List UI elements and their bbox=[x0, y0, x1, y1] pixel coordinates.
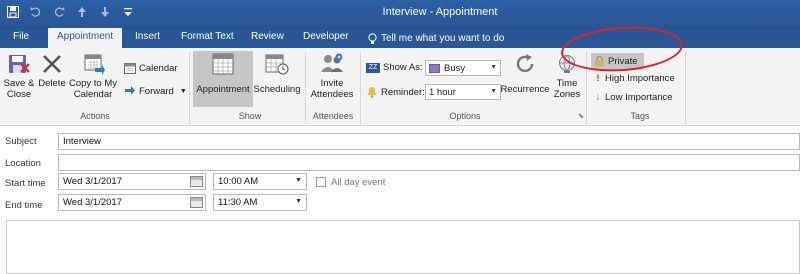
end-time-select[interactable]: 11:30 AM ▼ bbox=[213, 194, 307, 211]
save-close-button[interactable]: Save & Close bbox=[3, 52, 35, 100]
group-label-attendees: Attendees bbox=[312, 111, 354, 121]
chevron-down-icon: ▼ bbox=[490, 64, 497, 71]
options-dialog-launcher-icon[interactable]: ⬊ bbox=[578, 112, 584, 120]
group-divider bbox=[305, 52, 306, 124]
group-divider bbox=[586, 52, 587, 124]
tab-format-text[interactable]: Format Text bbox=[181, 30, 234, 48]
end-date-picker[interactable]: Wed 3/1/2017 bbox=[58, 194, 206, 211]
busy-swatch bbox=[429, 63, 440, 73]
appointment-grid-icon bbox=[210, 52, 236, 76]
chevron-down-icon: ▼ bbox=[490, 88, 497, 95]
calendar-icon bbox=[124, 63, 136, 74]
tell-me-text: Tell me what you want to do bbox=[381, 33, 505, 44]
bell-icon bbox=[367, 87, 377, 98]
tab-appointment[interactable]: Appointment bbox=[48, 28, 123, 48]
end-time-label: End time bbox=[5, 200, 43, 211]
delete-button[interactable]: Delete bbox=[37, 52, 67, 89]
exclamation-icon: ! bbox=[596, 73, 600, 84]
low-importance-button[interactable]: ↓ Low Importance bbox=[594, 92, 673, 103]
show-as-icon: ZZ bbox=[366, 62, 380, 73]
down-arrow-icon: ↓ bbox=[595, 92, 601, 103]
location-input[interactable] bbox=[58, 154, 800, 171]
show-as-label: ZZ Show As: bbox=[366, 62, 423, 73]
lock-icon bbox=[595, 56, 604, 67]
chevron-down-icon: ▼ bbox=[295, 198, 302, 205]
calendar-icon[interactable] bbox=[190, 176, 203, 187]
private-button[interactable]: Private bbox=[591, 53, 644, 70]
calendar-icon[interactable] bbox=[190, 197, 203, 208]
group-label-show: Show bbox=[238, 111, 262, 121]
title-bar: Interview - Appointment bbox=[0, 0, 800, 26]
invite-attendees-button[interactable]: Invite Attendees bbox=[309, 52, 355, 100]
high-importance-button[interactable]: ! High Importance bbox=[594, 73, 674, 84]
save-close-icon bbox=[6, 52, 32, 76]
window-title: Interview - Appointment bbox=[382, 6, 498, 18]
group-label-actions: Actions bbox=[80, 111, 110, 121]
tab-developer[interactable]: Developer bbox=[303, 30, 349, 48]
calendar-button[interactable]: Calendar bbox=[124, 62, 178, 74]
group-divider bbox=[189, 52, 190, 124]
reminder-label: Reminder: bbox=[366, 86, 425, 98]
time-zones-button[interactable]: Time Zones bbox=[552, 52, 582, 100]
all-day-checkbox[interactable] bbox=[316, 177, 326, 187]
recurrence-button[interactable]: Recurrence bbox=[500, 52, 550, 95]
globe-icon bbox=[554, 52, 580, 76]
delete-x-icon bbox=[39, 52, 65, 76]
start-date-picker[interactable]: Wed 3/1/2017 bbox=[58, 173, 206, 190]
start-time-select[interactable]: 10:00 AM ▼ bbox=[213, 173, 307, 190]
recurrence-icon bbox=[512, 52, 538, 76]
group-divider bbox=[685, 52, 686, 124]
message-body[interactable] bbox=[6, 220, 800, 274]
reminder-select[interactable]: 1 hour ▼ bbox=[425, 84, 501, 100]
group-label-tags: Tags bbox=[630, 111, 650, 121]
scheduling-icon bbox=[264, 52, 290, 76]
subject-label: Subject bbox=[5, 136, 37, 147]
appointment-view-button[interactable]: Appointment bbox=[193, 51, 253, 107]
start-time-label: Start time bbox=[5, 178, 46, 189]
scheduling-button[interactable]: Scheduling bbox=[253, 52, 301, 95]
lightbulb-icon bbox=[368, 33, 377, 44]
location-label: Location bbox=[5, 158, 41, 169]
chevron-down-icon: ▼ bbox=[295, 177, 302, 184]
tell-me-box[interactable]: Tell me what you want to do bbox=[368, 30, 504, 48]
subject-input[interactable]: Interview bbox=[58, 133, 800, 150]
forward-button[interactable]: Forward ▼ bbox=[124, 85, 187, 97]
group-divider bbox=[360, 52, 361, 124]
chevron-down-icon: ▼ bbox=[179, 87, 187, 95]
ribbon-tab-row: File Appointment Insert Format Text Revi… bbox=[0, 26, 800, 48]
ribbon: Save & Close Delete Copy to My Calendar … bbox=[0, 48, 800, 126]
forward-arrow-icon bbox=[125, 86, 135, 95]
tab-insert[interactable]: Insert bbox=[135, 30, 160, 48]
people-icon bbox=[319, 52, 345, 76]
copy-to-my-calendar-button[interactable]: Copy to My Calendar bbox=[67, 52, 119, 100]
all-day-label: All day event bbox=[331, 177, 386, 188]
copy-calendar-icon bbox=[80, 52, 106, 76]
tab-review[interactable]: Review bbox=[251, 30, 284, 48]
group-label-options: Options bbox=[449, 111, 481, 121]
tab-file[interactable]: File bbox=[13, 30, 29, 48]
show-as-select[interactable]: Busy ▼ bbox=[425, 60, 501, 76]
